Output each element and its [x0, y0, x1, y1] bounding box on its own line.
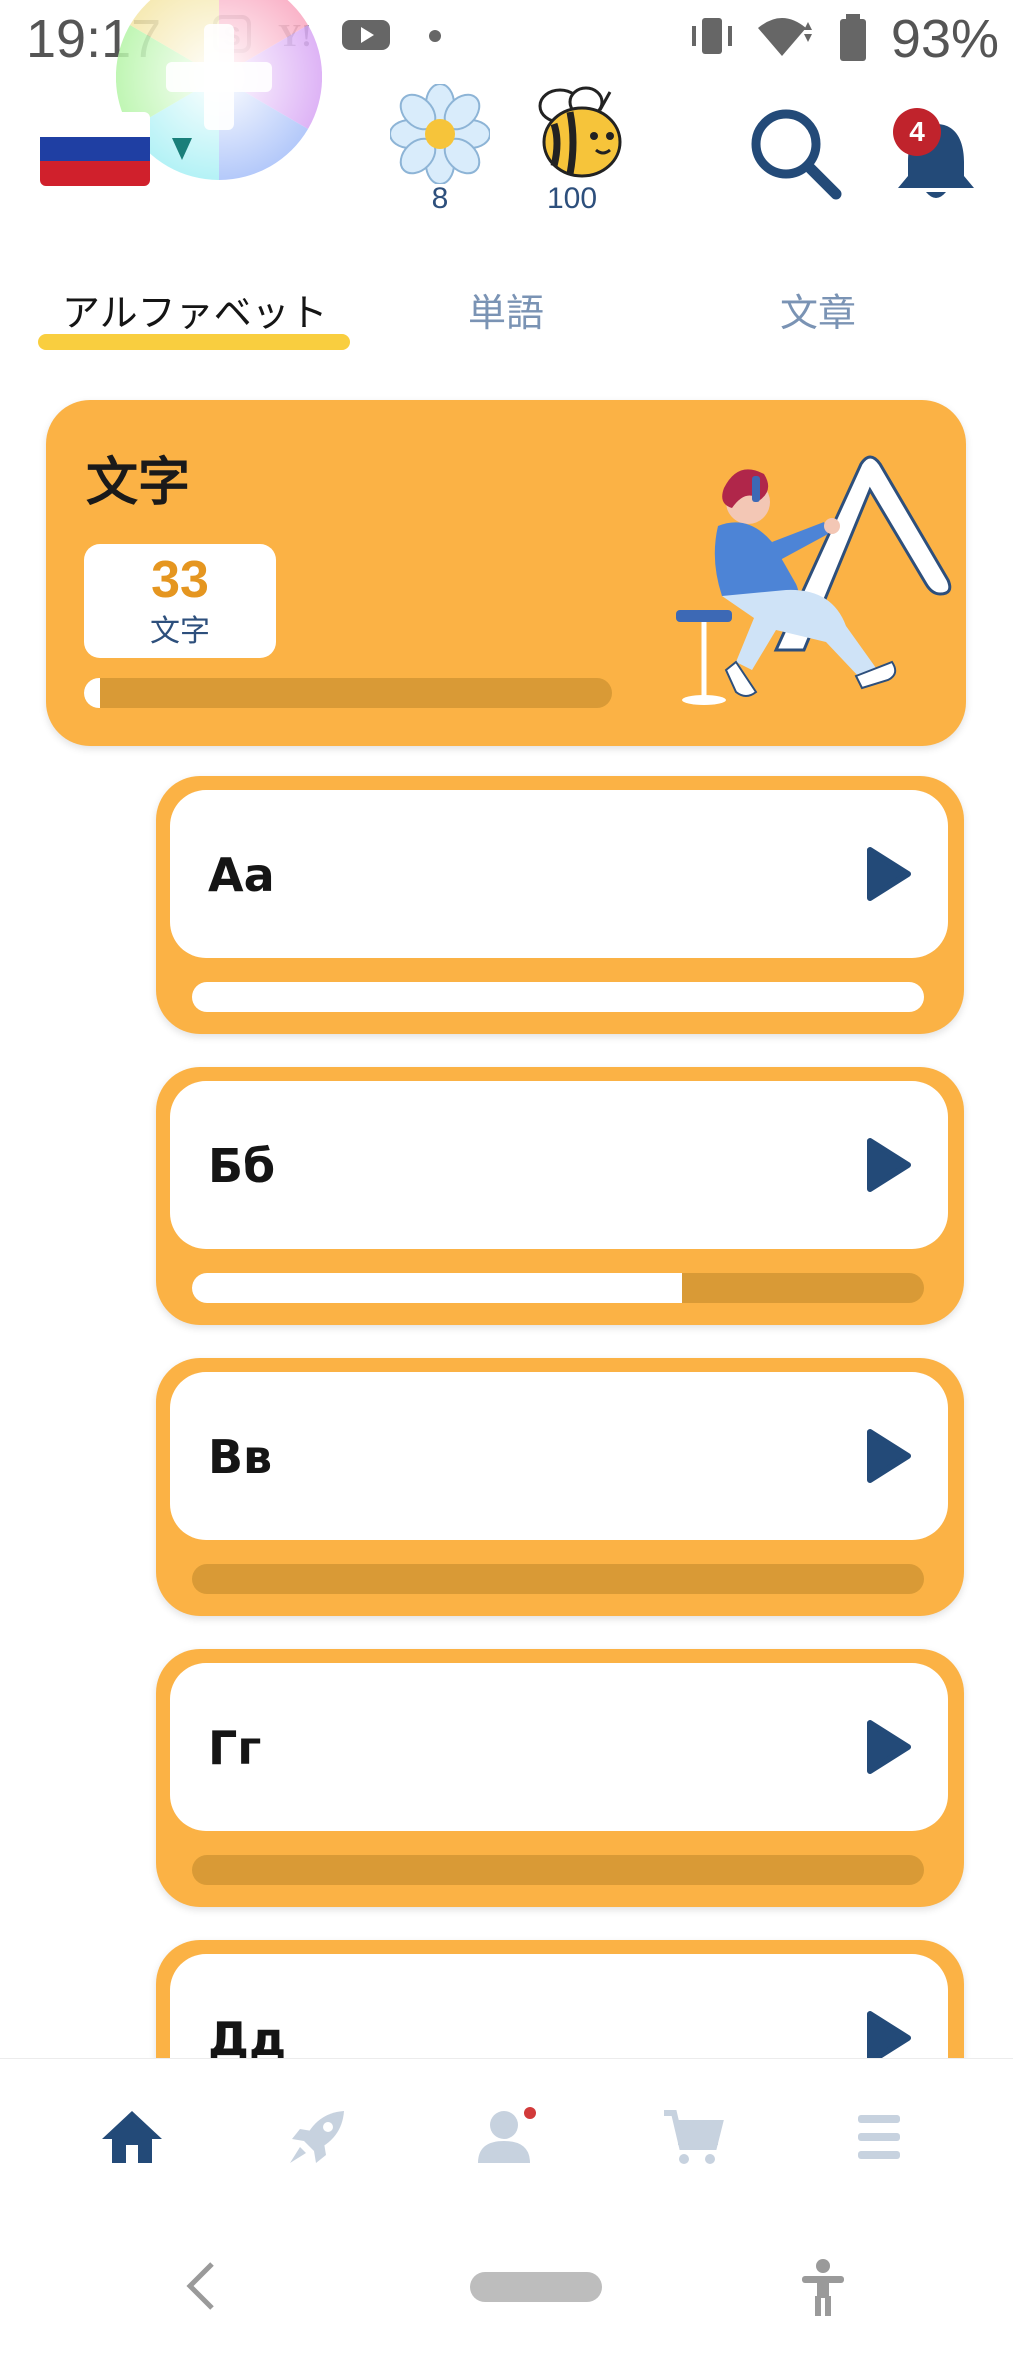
writer-illustration [656, 430, 956, 724]
profile-icon[interactable] [474, 2107, 538, 2171]
letter-card[interactable]: Бб [156, 1067, 964, 1325]
letter-count-box: 33 文字 [84, 544, 276, 658]
summary-progress-fill [84, 678, 100, 708]
letter-progress-fill [192, 982, 924, 1012]
letter-card[interactable]: Вв [156, 1358, 964, 1616]
letter-progress-bar [192, 1273, 924, 1303]
language-dropdown-icon[interactable] [170, 136, 194, 166]
bee-count: 100 [546, 182, 598, 215]
wifi-icon [754, 14, 814, 64]
letter-progress-bar [192, 1564, 924, 1594]
dot-icon [428, 28, 442, 47]
cart-icon[interactable] [662, 2107, 726, 2171]
letter-label: Гг [208, 1721, 262, 1775]
play-icon[interactable] [866, 1428, 912, 1488]
home-icon[interactable] [100, 2107, 164, 2171]
tab-words[interactable]: 単語 [468, 282, 544, 337]
summary-title: 文字 [86, 453, 191, 513]
battery-icon [838, 14, 868, 66]
flower-count: 8 [431, 182, 449, 215]
menu-icon[interactable] [854, 2107, 904, 2171]
letter-count: 33 [151, 551, 209, 609]
letter-card-inner[interactable]: Гг [170, 1663, 948, 1831]
tab-sentences[interactable]: 文章 [780, 282, 856, 337]
notification-badge: 4 [893, 108, 941, 156]
search-icon[interactable] [748, 106, 844, 206]
tab-active-underline [38, 334, 350, 350]
accessibility-icon[interactable] [798, 2258, 848, 2320]
letter-label: Вв [208, 1430, 273, 1484]
play-icon[interactable] [866, 1137, 912, 1197]
youtube-icon [340, 14, 392, 58]
summary-progress-bar [84, 678, 612, 708]
letters-summary-card[interactable]: 文字 33 文字 [46, 400, 966, 746]
play-icon[interactable] [866, 846, 912, 906]
letter-progress-bar [192, 1855, 924, 1885]
home-pill[interactable] [470, 2272, 602, 2302]
system-navigation-bar [0, 2214, 1013, 2364]
letter-card[interactable]: Гг [156, 1649, 964, 1907]
play-icon[interactable] [866, 1719, 912, 1779]
battery-percent: 93% [890, 9, 999, 69]
rocket-icon[interactable] [286, 2107, 350, 2171]
back-icon[interactable] [184, 2260, 218, 2316]
russia-flag[interactable] [40, 112, 150, 186]
letter-card-inner[interactable]: Аа [170, 790, 948, 958]
letter-progress-fill [192, 1273, 683, 1303]
letter-label: Аа [208, 848, 275, 902]
flower-icon[interactable] [389, 83, 491, 188]
letter-count-unit: 文字 [150, 614, 210, 649]
tab-alphabet[interactable]: アルファベット [62, 282, 328, 337]
letter-progress-bar [192, 982, 924, 1012]
letter-card-inner[interactable]: Бб [170, 1081, 948, 1249]
letter-label: Бб [208, 1139, 276, 1193]
bee-icon[interactable] [520, 80, 630, 188]
vibrate-icon [688, 14, 736, 62]
letter-card-inner[interactable]: Вв [170, 1372, 948, 1540]
letter-card[interactable]: Аа [156, 776, 964, 1034]
bottom-nav [0, 2058, 1013, 2215]
